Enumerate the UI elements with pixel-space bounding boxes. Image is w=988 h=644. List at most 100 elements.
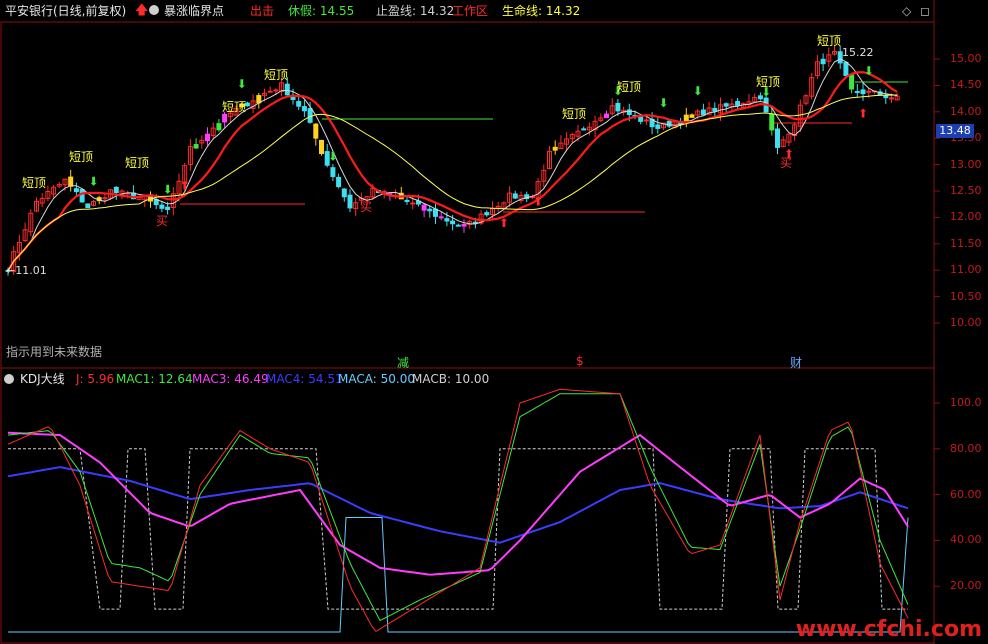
candle — [552, 140, 558, 155]
candle — [894, 92, 900, 101]
candle — [91, 200, 96, 207]
candle-body — [843, 61, 849, 76]
kdj-menu-icon[interactable] — [4, 374, 14, 384]
candle-body — [581, 128, 587, 131]
chart-canvas[interactable]: ⬇⬇⬇⬇⬇⬇⬇ ⬇⬇⬆⬆⬆⬆⬆ — [0, 0, 988, 644]
candle-body — [421, 204, 427, 211]
candle — [883, 89, 889, 105]
candle — [689, 113, 695, 118]
price-tick-label: 10.50 — [950, 289, 982, 303]
watermark: www.cfchi.com — [795, 617, 982, 642]
candle-body — [655, 124, 661, 129]
candle — [205, 127, 210, 146]
sell-arrow-icon: ⬇ — [864, 64, 874, 78]
candle — [484, 210, 490, 217]
candle-body — [301, 106, 307, 112]
candle-body — [79, 189, 85, 203]
candle — [518, 191, 524, 204]
sell-arrow-icon: ⬇ — [163, 183, 173, 197]
candle — [256, 92, 262, 109]
candle — [159, 201, 165, 213]
candle — [313, 123, 319, 146]
candle — [336, 173, 342, 189]
stock-chart-window: 平安银行(日线,前复权) 🡅 暴涨临界点 出击 休假: 14.55 止盈线: 1… — [0, 0, 988, 644]
short-top-label: 短顶 — [22, 176, 47, 190]
candle — [393, 189, 399, 200]
candle — [187, 139, 193, 171]
candle — [860, 82, 866, 101]
candle — [792, 121, 798, 141]
candle — [73, 182, 79, 197]
candle — [820, 53, 826, 72]
buy-label: 买 — [360, 200, 373, 214]
candle — [433, 203, 438, 225]
price-panel[interactable]: ⬇⬇⬇⬇⬇⬇⬇ ⬇⬇⬆⬆⬆⬆⬆ — [5, 44, 940, 324]
candle-body — [615, 102, 621, 112]
candle — [752, 93, 758, 103]
candle — [301, 99, 307, 118]
candle — [45, 185, 51, 202]
candle-body — [102, 197, 108, 200]
candle-body — [319, 139, 324, 155]
candle-body — [444, 218, 450, 222]
mac3-line — [7, 431, 909, 576]
candle-body — [284, 83, 290, 96]
legend-maca: MACA: 50.00 — [338, 372, 415, 386]
candle-body — [723, 103, 729, 107]
candle-body — [820, 58, 826, 65]
sell-arrow-icon: ⬇ — [328, 150, 338, 164]
short-top-label: 短顶 — [562, 107, 587, 121]
candle — [592, 115, 598, 138]
candle-body — [735, 101, 741, 106]
candle — [809, 72, 815, 100]
candle-body — [73, 188, 79, 193]
short-top-label: 短顶 — [756, 75, 781, 89]
candle-body — [216, 123, 222, 131]
candle-body — [427, 208, 433, 212]
candle — [347, 189, 353, 212]
candle — [22, 222, 28, 243]
sell-arrow-icon: ⬇ — [237, 77, 247, 91]
buy-label: 买 — [780, 156, 793, 170]
price-tick-label: 11.50 — [950, 236, 982, 250]
candle-body — [638, 116, 644, 122]
buy-arrow-icon: ⬆ — [533, 195, 543, 209]
legend-j: J: 5.96 — [76, 372, 115, 386]
price-tick-label: 14.00 — [950, 104, 982, 118]
candle-body — [267, 90, 273, 93]
candle-body — [113, 186, 119, 194]
candle — [216, 118, 222, 132]
candle — [547, 145, 552, 170]
candle — [512, 190, 518, 200]
candle-body — [849, 74, 855, 90]
candle-body — [410, 202, 416, 205]
candle — [609, 98, 615, 116]
sell-arrow-icon: ⬇ — [659, 96, 669, 110]
marker-cai: 财 — [790, 356, 803, 370]
candle-body — [643, 119, 649, 122]
price-tick-label: 10.00 — [950, 316, 982, 329]
kdj-title[interactable]: KDJ大线 — [20, 371, 65, 387]
kdj-panel[interactable] — [7, 388, 940, 633]
future-data-note: 指示用到未来数据 — [6, 345, 103, 359]
kdj-tick-label: 40.00 — [950, 533, 982, 547]
candle-body — [854, 91, 860, 94]
short-top-label: 短顶 — [69, 150, 94, 164]
candle-body — [438, 216, 444, 219]
candle-body — [604, 113, 609, 119]
candle-body — [68, 176, 74, 187]
buy-arrow-icon: ⬆ — [180, 179, 190, 193]
candle — [769, 107, 775, 136]
price-tick-label: 12.00 — [950, 210, 982, 224]
candle — [598, 113, 604, 123]
price-tick-label: 15.00 — [950, 52, 982, 65]
candle-body — [484, 212, 490, 216]
candle — [655, 117, 661, 134]
short-top-label: 短顶 — [125, 156, 150, 170]
candle — [467, 219, 473, 229]
candle-body — [85, 203, 91, 209]
candle — [319, 139, 324, 156]
candle — [638, 116, 644, 125]
candle-body — [330, 167, 336, 178]
candle — [541, 164, 547, 188]
